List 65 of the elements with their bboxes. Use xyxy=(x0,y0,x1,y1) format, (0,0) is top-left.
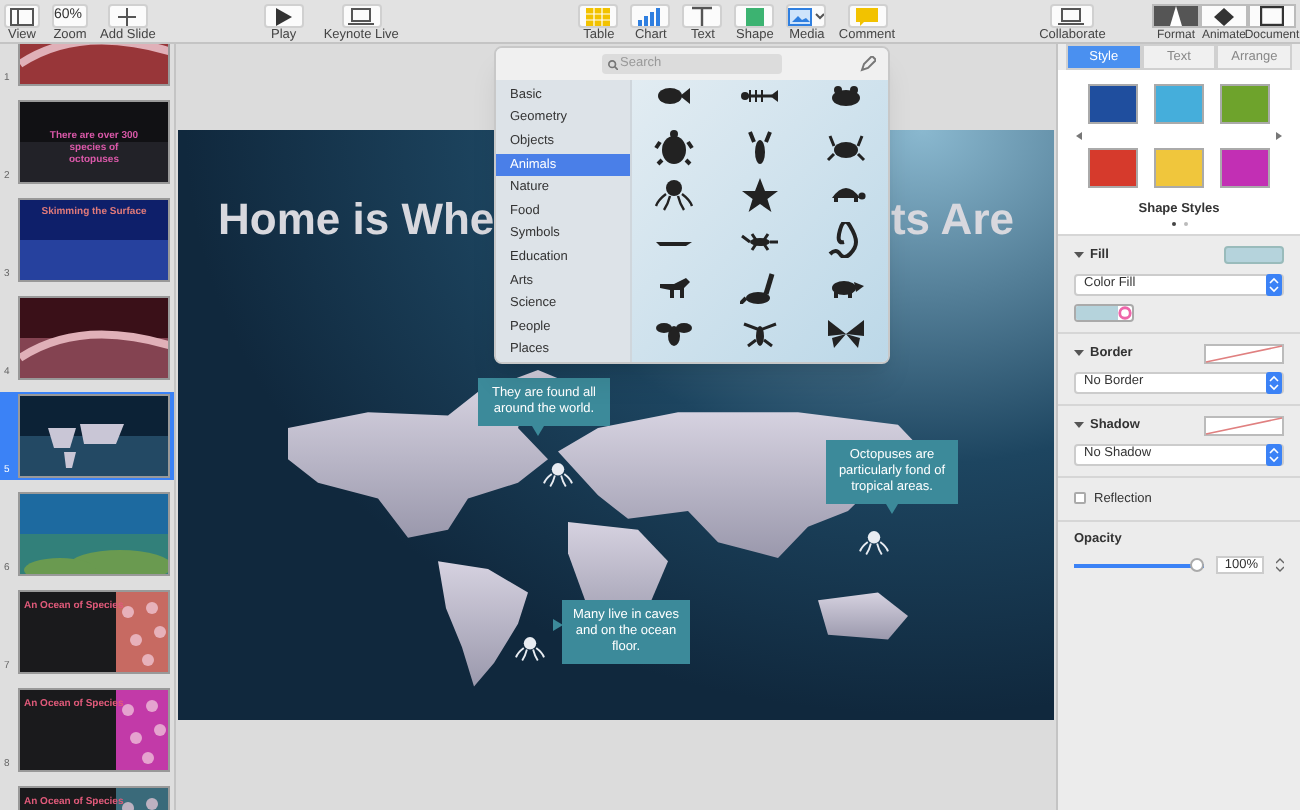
search-icon xyxy=(608,59,618,69)
shape-style-swatch[interactable] xyxy=(1154,148,1204,188)
stepper-arrows-icon xyxy=(1266,273,1282,295)
live-toolbar-button[interactable] xyxy=(1050,4,1095,28)
stepper-arrows-icon xyxy=(1266,443,1282,465)
octopus-icon xyxy=(540,460,576,488)
octopus-icon xyxy=(856,528,892,556)
diamond-icon xyxy=(1212,7,1236,25)
media-toolbar-button[interactable] xyxy=(786,4,827,28)
octopus-icon xyxy=(512,634,548,662)
crab-icon[interactable] xyxy=(825,130,866,166)
disclosure-triangle-icon[interactable] xyxy=(1074,420,1084,430)
image-icon xyxy=(788,7,825,25)
sidebar-icon xyxy=(10,7,34,25)
opacity-slider[interactable] xyxy=(1074,558,1204,572)
butterfly-icon[interactable] xyxy=(825,314,866,350)
stepper-arrows-icon xyxy=(1266,371,1282,393)
chart-toolbar-button[interactable] xyxy=(630,4,671,28)
shape-toolbar-button[interactable] xyxy=(734,4,775,28)
shape-style-swatch[interactable] xyxy=(1220,148,1270,188)
text-toolbar-button[interactable] xyxy=(682,4,723,28)
play-icon xyxy=(275,7,292,25)
slide-title: Home is Whe xyxy=(218,192,495,248)
add-toolbar-button[interactable] xyxy=(107,4,148,28)
slide-title: ts Are xyxy=(890,192,1014,248)
octopus-icon[interactable] xyxy=(654,176,695,212)
view-toolbar-button[interactable] xyxy=(4,4,40,28)
next-arrow-icon[interactable] xyxy=(1276,132,1282,140)
plus-icon xyxy=(118,7,137,25)
no-border-swatch[interactable] xyxy=(1204,415,1284,435)
comment-icon xyxy=(856,7,879,25)
no-border-swatch[interactable] xyxy=(1204,343,1284,363)
previous-arrow-icon[interactable] xyxy=(1076,132,1082,140)
slider-thumb[interactable] xyxy=(1190,558,1204,572)
shape-style-swatch[interactable] xyxy=(1220,84,1270,124)
text-icon xyxy=(692,6,713,26)
laptop-icon xyxy=(1058,7,1087,25)
color-wheel-icon xyxy=(1118,305,1132,319)
format-tab[interactable] xyxy=(1152,4,1200,28)
callout-tail xyxy=(553,619,563,631)
square-icon xyxy=(745,7,764,25)
document-tab[interactable] xyxy=(1248,4,1296,28)
table-icon xyxy=(586,7,611,25)
turtle-icon[interactable] xyxy=(654,130,695,166)
page-dots-icon xyxy=(1171,221,1187,226)
color-well[interactable] xyxy=(1074,303,1134,321)
checkbox[interactable] xyxy=(1074,492,1086,505)
bar-chart-icon xyxy=(638,7,663,25)
fill-color-swatch[interactable] xyxy=(1224,246,1284,265)
pencil-icon[interactable] xyxy=(860,56,876,72)
live-toolbar-button[interactable] xyxy=(341,4,382,28)
callout-tail xyxy=(532,426,544,436)
play-toolbar-button[interactable] xyxy=(263,4,304,28)
shape-style-swatch[interactable] xyxy=(1088,148,1138,188)
stepper-icon[interactable] xyxy=(1276,556,1284,574)
callout-tail xyxy=(886,504,898,514)
shape-style-swatch[interactable] xyxy=(1088,84,1138,124)
long-neck-dinosaur-icon[interactable] xyxy=(739,268,780,304)
disclosure-triangle-icon[interactable] xyxy=(1074,250,1084,261)
window-icon xyxy=(1260,6,1284,26)
laptop-icon xyxy=(347,7,376,25)
disclosure-triangle-icon[interactable] xyxy=(1074,348,1084,358)
shape-style-swatch[interactable] xyxy=(1154,84,1204,124)
animate-tab[interactable] xyxy=(1200,4,1248,28)
starfish-icon[interactable] xyxy=(739,176,780,212)
